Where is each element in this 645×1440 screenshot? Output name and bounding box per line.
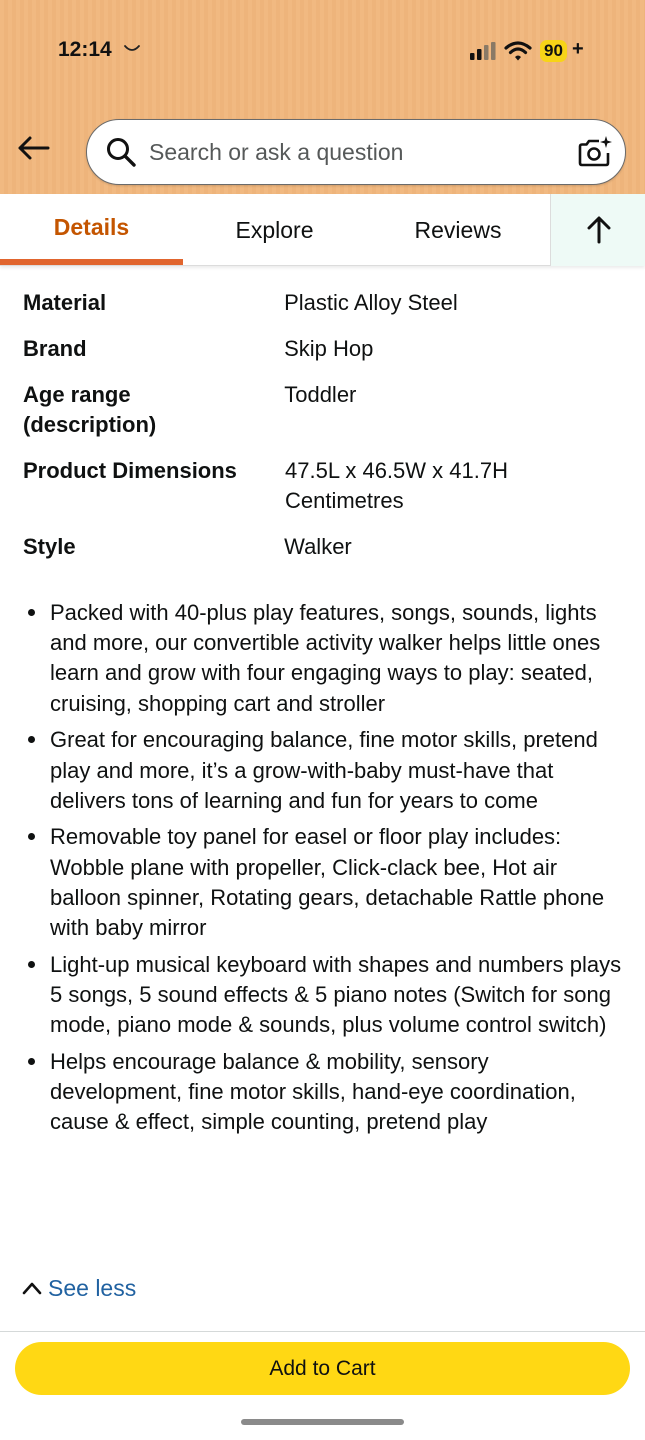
spec-value: 47.5L x 46.5W x 41.7H Centimetres [285, 458, 508, 513]
tab-details[interactable]: Details [0, 194, 183, 266]
spec-label: Style [23, 534, 76, 559]
tab-active-underline [0, 259, 183, 265]
spec-label: Brand [23, 336, 87, 361]
spec-row-dimensions: Product Dimensions 47.5L x 46.5W x 41.7H… [23, 456, 623, 516]
spec-label: Material [23, 290, 107, 315]
bullet-text: Great for encouraging balance, fine moto… [50, 727, 598, 813]
see-less-link[interactable]: See less [22, 1272, 136, 1304]
spec-row-style: Style Walker [23, 532, 623, 562]
bullet-dot [28, 833, 35, 841]
see-less-label: See less [48, 1274, 137, 1301]
list-item: Light-up musical keyboard with shapes an… [26, 950, 626, 1041]
wifi-icon [504, 41, 532, 61]
feature-bullets: Packed with 40-plus play features, songs… [26, 598, 626, 1144]
search-icon [107, 138, 136, 167]
camera-icon[interactable] [577, 134, 613, 170]
bullet-dot [28, 1057, 35, 1065]
bullet-dot [28, 609, 35, 616]
list-item: Helps encourage balance & mobility, sens… [26, 1047, 626, 1138]
spec-label: Age range (description) [23, 382, 157, 437]
spec-row-age-range: Age range (description) Toddler [23, 380, 623, 440]
bullet-text: Packed with 40-plus play features, songs… [50, 600, 601, 716]
tab-explore[interactable]: Explore [183, 194, 366, 266]
bullet-dot [28, 736, 35, 744]
tab-bar: Details Explore Reviews [0, 194, 645, 266]
list-item: Packed with 40-plus play features, songs… [26, 598, 626, 719]
battery-badge: 90 [540, 40, 567, 62]
spec-value: Walker [284, 534, 352, 559]
product-specs-table: Material Plastic Alloy Steel Brand Skip … [23, 288, 623, 578]
moon-icon [124, 45, 140, 51]
spec-row-material: Material Plastic Alloy Steel [23, 288, 623, 318]
status-bar: 12:14 90 + [0, 0, 645, 100]
list-item: Great for encouraging balance, fine moto… [26, 725, 626, 816]
bullet-text: Removable toy panel for easel or floor p… [50, 824, 605, 941]
footer-divider [0, 1331, 645, 1332]
chevron-up-icon [22, 1282, 42, 1295]
bullet-text: Light-up musical keyboard with shapes an… [50, 951, 622, 1038]
status-time: 12:14 [58, 38, 112, 61]
battery-plus: + [572, 38, 584, 60]
search-input[interactable] [149, 134, 549, 170]
spec-value: Skip Hop [284, 336, 374, 361]
header-area: 12:14 90 + [0, 0, 645, 194]
tab-reviews[interactable]: Reviews [366, 194, 550, 266]
bullet-dot [28, 960, 35, 968]
spec-value: Plastic Alloy Steel [284, 290, 458, 315]
spec-value: Toddler [284, 382, 357, 407]
spec-row-brand: Brand Skip Hop [23, 334, 623, 364]
back-arrow-icon[interactable] [16, 134, 50, 162]
home-indicator [241, 1419, 404, 1425]
arrow-up-icon [587, 216, 611, 244]
signal-icon [470, 42, 496, 60]
bullet-text: Helps encourage balance & mobility, sens… [50, 1048, 576, 1135]
scroll-to-top-button[interactable] [550, 194, 645, 266]
search-bar[interactable] [86, 119, 626, 185]
list-item: Removable toy panel for easel or floor p… [26, 822, 626, 943]
spec-label: Product Dimensions [23, 458, 237, 483]
add-to-cart-button[interactable]: Add to Cart [15, 1342, 630, 1395]
